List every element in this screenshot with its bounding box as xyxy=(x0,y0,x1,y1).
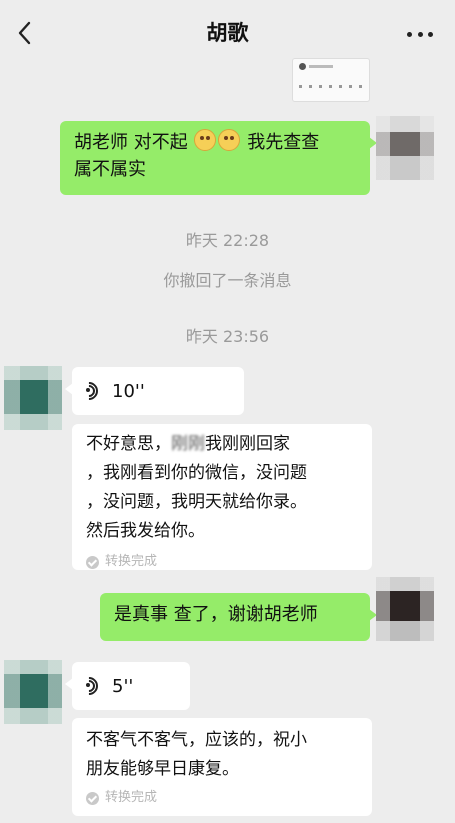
transcription-line: ，我刚看到你的微信，没问题 xyxy=(86,463,307,483)
transcription-status: 转换完成 xyxy=(86,790,358,806)
voice-message-bubble[interactable]: 10'' xyxy=(65,367,244,415)
message-text: 我先查查 xyxy=(247,132,320,153)
more-dots-icon[interactable] xyxy=(407,30,433,38)
voice-message-bubble[interactable]: 5'' xyxy=(65,662,190,710)
pleading-face-icon xyxy=(194,129,217,151)
voice-transcription-card[interactable]: 不客气不客气，应该的，祝小 朋友能够早日康复。 转换完成 xyxy=(72,718,372,816)
message-text: 胡老师 对不起 xyxy=(74,132,188,153)
outgoing-message-bubble[interactable]: 是真事 查了，谢谢胡老师 xyxy=(100,593,377,641)
image-message-thumbnail[interactable] xyxy=(292,58,370,102)
transcription-line: 然后我发给你。 xyxy=(86,521,205,541)
voice-duration: 10'' xyxy=(112,380,145,402)
outgoing-message-bubble[interactable]: 胡老师 对不起 我先查查 属不属实 xyxy=(60,121,377,195)
check-circle-icon xyxy=(86,791,99,805)
contact-avatar[interactable] xyxy=(4,366,62,430)
transcription-line: 不好意思，刚刚我刚刚回家 xyxy=(86,434,290,454)
my-avatar[interactable] xyxy=(376,577,434,641)
transcription-line: 不客气不客气，应该的，祝小 xyxy=(86,730,307,750)
message-text: 是真事 查了，谢谢胡老师 xyxy=(114,604,318,625)
transcription-line: 朋友能够早日康复。 xyxy=(86,759,239,779)
transcription-line: ，没问题，我明天就给你录。 xyxy=(86,492,307,512)
my-avatar[interactable] xyxy=(376,116,434,180)
message-text: 属不属实 xyxy=(74,159,146,180)
voice-wave-icon xyxy=(76,378,102,404)
contact-avatar[interactable] xyxy=(4,660,62,724)
pleading-face-icon xyxy=(218,129,241,151)
voice-wave-icon xyxy=(76,673,102,699)
chat-header: 胡歌 xyxy=(0,0,455,66)
recall-notice: 你撤回了一条消息 xyxy=(163,271,292,290)
voice-transcription-card[interactable]: 不好意思，刚刚我刚刚回家 ，我刚看到你的微信，没问题 ，没问题，我明天就给你录。… xyxy=(72,424,372,570)
check-circle-icon xyxy=(86,555,99,569)
transcription-status: 转换完成 xyxy=(86,554,358,570)
voice-duration: 5'' xyxy=(112,675,134,697)
timestamp: 昨天 22:28 xyxy=(185,231,270,250)
timestamp: 昨天 23:56 xyxy=(185,327,270,346)
chat-title: 胡歌 xyxy=(206,21,249,45)
